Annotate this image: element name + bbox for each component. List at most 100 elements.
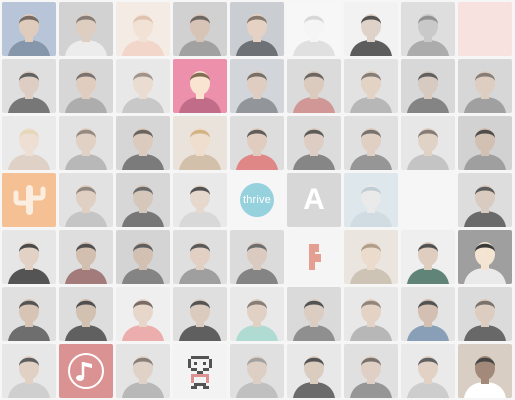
- avatar-tile[interactable]: [116, 344, 170, 398]
- avatar-tile[interactable]: [2, 116, 56, 170]
- avatar-tile[interactable]: [458, 173, 512, 227]
- avatar-tile[interactable]: [344, 2, 398, 56]
- red-letter-icon: [309, 244, 321, 270]
- avatar-tile[interactable]: [59, 230, 113, 284]
- avatar-tile[interactable]: thrive: [230, 173, 284, 227]
- avatar-photo: [179, 242, 221, 284]
- avatar-photo: [179, 14, 221, 56]
- avatar-tile[interactable]: [401, 2, 455, 56]
- avatar-tile[interactable]: [230, 59, 284, 113]
- avatar-tile[interactable]: [230, 116, 284, 170]
- avatar-tile[interactable]: [173, 173, 227, 227]
- avatar-tile[interactable]: [401, 344, 455, 398]
- avatar-photo: [407, 242, 449, 284]
- avatar-tile[interactable]: [287, 230, 341, 284]
- avatar-photo: [65, 242, 107, 284]
- avatar-tile[interactable]: [2, 287, 56, 341]
- avatar-photo: [350, 356, 392, 398]
- avatar-tile[interactable]: [230, 2, 284, 56]
- avatar-tile[interactable]: [173, 116, 227, 170]
- avatar-tile[interactable]: [287, 287, 341, 341]
- avatar-tile[interactable]: [230, 344, 284, 398]
- avatar-tile[interactable]: [59, 2, 113, 56]
- avatar-photo: [407, 71, 449, 113]
- empty-tile: [401, 173, 455, 227]
- avatar-tile[interactable]: [2, 344, 56, 398]
- avatar-photo: [122, 299, 164, 341]
- avatar-tile[interactable]: [59, 344, 113, 398]
- avatar-tile[interactable]: [344, 116, 398, 170]
- avatar-tile[interactable]: [287, 344, 341, 398]
- avatar-tile[interactable]: [458, 344, 512, 398]
- avatar-tile[interactable]: [59, 59, 113, 113]
- avatar-tile[interactable]: [287, 59, 341, 113]
- avatar-tile[interactable]: A: [287, 173, 341, 227]
- avatar-tile[interactable]: [401, 59, 455, 113]
- avatar-tile[interactable]: [458, 230, 512, 284]
- avatar-tile[interactable]: [458, 116, 512, 170]
- avatar-photo: [122, 185, 164, 227]
- avatar-photo: [293, 71, 335, 113]
- avatar-photo: [407, 299, 449, 341]
- avatar-tile[interactable]: [287, 2, 341, 56]
- avatar-photo: [65, 71, 107, 113]
- avatar-tile[interactable]: [344, 230, 398, 284]
- avatar-photo: [122, 14, 164, 56]
- avatar-tile[interactable]: [2, 230, 56, 284]
- avatar-tile[interactable]: [116, 2, 170, 56]
- avatar-photo: [179, 185, 221, 227]
- avatar-photo: [350, 14, 392, 56]
- avatar-photo: [350, 71, 392, 113]
- avatar-tile[interactable]: [344, 287, 398, 341]
- avatar-tile[interactable]: [116, 59, 170, 113]
- avatar-tile[interactable]: [344, 344, 398, 398]
- avatar-tile[interactable]: [401, 287, 455, 341]
- avatar-tile[interactable]: [173, 2, 227, 56]
- avatar-tile[interactable]: [173, 287, 227, 341]
- avatar-tile[interactable]: [401, 230, 455, 284]
- avatar-tile[interactable]: [458, 59, 512, 113]
- avatar-tile[interactable]: [59, 287, 113, 341]
- avatar-tile[interactable]: [344, 59, 398, 113]
- avatar-photo: [293, 299, 335, 341]
- avatar-photo: [179, 71, 221, 113]
- avatar-photo: [236, 14, 278, 56]
- avatar-tile[interactable]: [401, 116, 455, 170]
- avatar-photo: [350, 185, 392, 227]
- avatar-tile[interactable]: [287, 116, 341, 170]
- avatar-photo: [407, 356, 449, 398]
- avatar-tile[interactable]: [2, 59, 56, 113]
- avatar-photo: [179, 128, 221, 170]
- avatar-tile[interactable]: [230, 230, 284, 284]
- avatar-photo: [464, 185, 506, 227]
- avatar-tile[interactable]: [59, 173, 113, 227]
- avatar-tile[interactable]: [59, 116, 113, 170]
- avatar-photo: [8, 71, 50, 113]
- avatar-tile[interactable]: [230, 287, 284, 341]
- avatar-photo: [350, 128, 392, 170]
- avatar-tile[interactable]: [116, 116, 170, 170]
- avatar-tile[interactable]: [173, 230, 227, 284]
- avatar-photo: [179, 299, 221, 341]
- avatar-tile[interactable]: [2, 173, 56, 227]
- avatar-photo: [293, 14, 335, 56]
- avatar-photo: [236, 128, 278, 170]
- avatar-tile[interactable]: [458, 287, 512, 341]
- avatar-tile[interactable]: [173, 344, 227, 398]
- monogram-logo: A: [303, 183, 325, 216]
- cactus-icon: [13, 185, 46, 215]
- avatar-tile[interactable]: [116, 287, 170, 341]
- avatar-photo: [8, 242, 50, 284]
- avatar-tile[interactable]: [173, 59, 227, 113]
- avatar-photo: [122, 242, 164, 284]
- avatar-wall: thrive A: [0, 0, 515, 400]
- avatar-photo: [407, 128, 449, 170]
- avatar-tile[interactable]: [116, 230, 170, 284]
- avatar-grid: thrive A: [2, 2, 512, 398]
- avatar-tile[interactable]: [344, 173, 398, 227]
- thrive-wordmark: thrive: [240, 183, 274, 217]
- avatar-photo: [65, 128, 107, 170]
- avatar-tile[interactable]: [2, 2, 56, 56]
- avatar-tile[interactable]: [116, 173, 170, 227]
- avatar-photo: [65, 14, 107, 56]
